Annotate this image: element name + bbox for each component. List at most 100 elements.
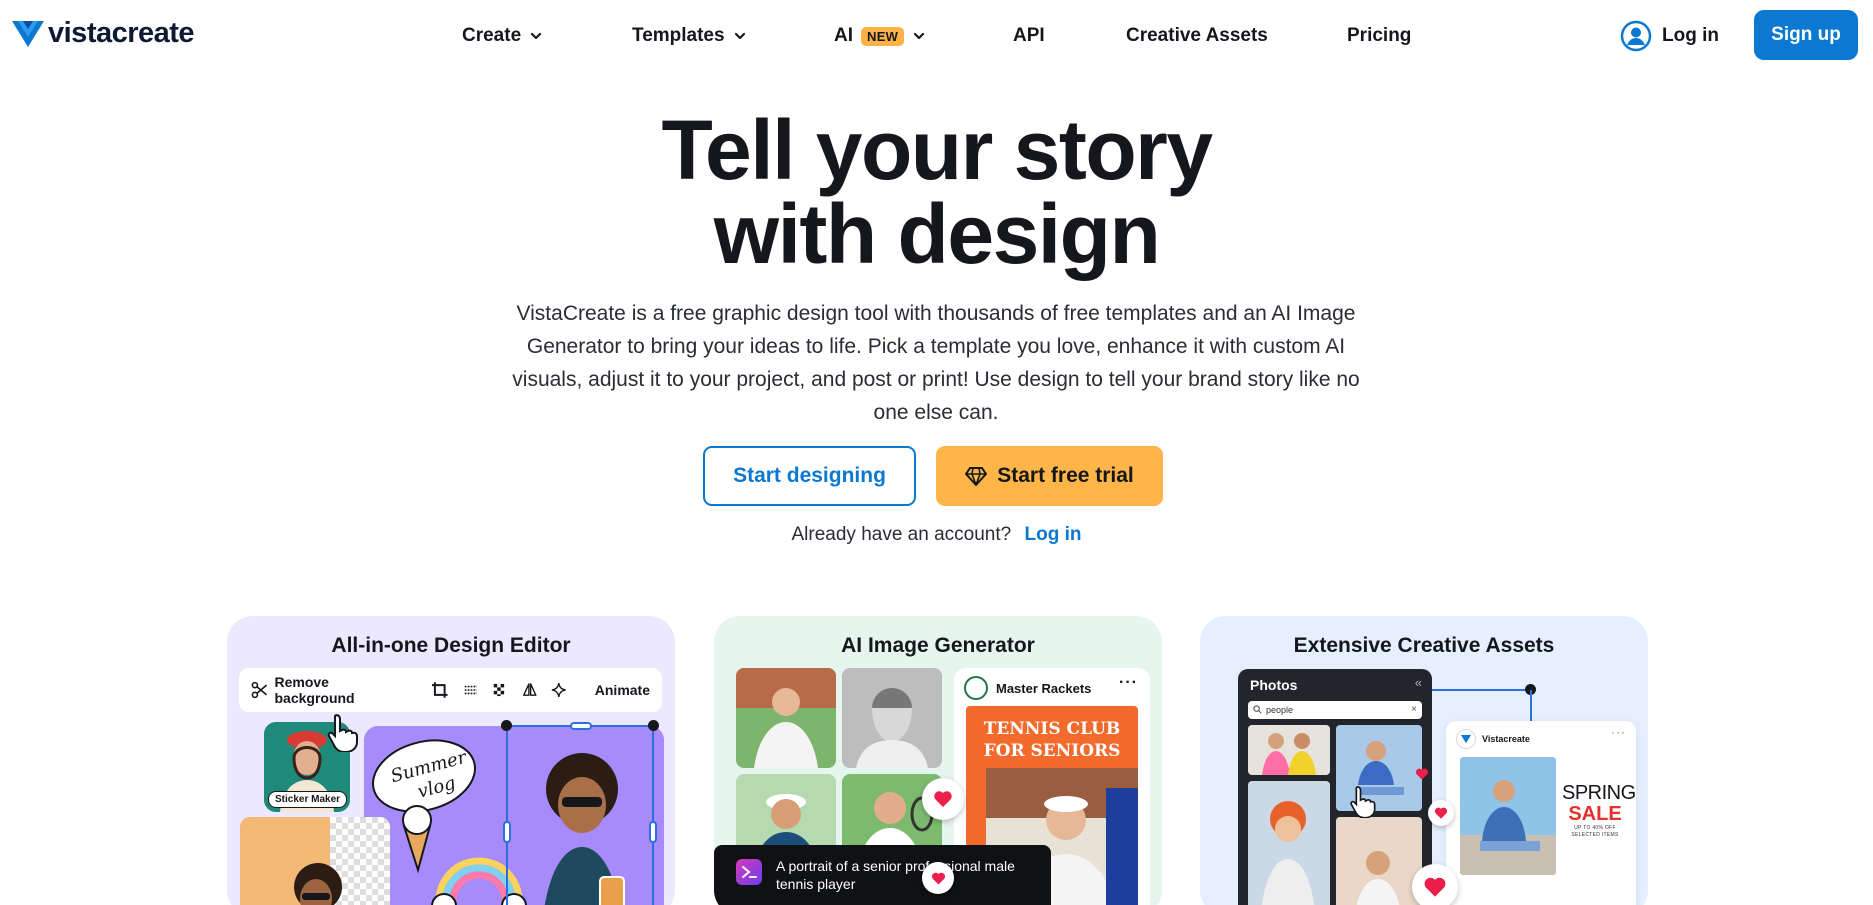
prompt-icon [736, 859, 762, 885]
transparency-icon[interactable] [492, 682, 508, 698]
photos-search-input[interactable]: people × [1248, 701, 1422, 719]
like-bubble [1428, 800, 1454, 826]
woman-portrait-photo [294, 863, 342, 905]
nav-pricing-label: Pricing [1347, 25, 1412, 46]
feature-card-design-editor[interactable]: All-in-one Design Editor Remove backgrou… [227, 616, 675, 905]
vistacreate-logo[interactable]: vistacreate [12, 17, 195, 50]
remove-background-label: Remove background [274, 674, 355, 706]
post-brand-name: Master Rackets [996, 680, 1092, 696]
more-options-icon[interactable]: ··· [1611, 725, 1626, 739]
logo-wordmark: vistacreate [48, 17, 195, 49]
nav-create[interactable]: Create [462, 22, 543, 50]
ig-brand-name: Vistacreate [1482, 734, 1530, 744]
like-bubble [922, 778, 964, 820]
hand-cursor-icon [327, 714, 358, 752]
nav-ai-label: AI [834, 25, 853, 46]
card-title: AI Image Generator [841, 634, 1035, 657]
hero-title-line2: with design [713, 187, 1161, 281]
asset-photo[interactable] [1248, 781, 1330, 905]
heart-icon [934, 791, 952, 807]
ai-prompt-bar[interactable]: A portrait of a senior professional male… [714, 845, 1051, 905]
chevron-down-icon [914, 32, 925, 40]
start-designing-button[interactable]: Start designing [703, 446, 916, 506]
poster-title: TENNIS CLUB FOR SENIORS [983, 719, 1121, 761]
hero-description: VistaCreate is a free graphic design too… [512, 302, 1360, 424]
new-badge: NEW [861, 26, 905, 46]
side-handle[interactable] [649, 821, 657, 843]
hand-cursor-icon [1350, 786, 1376, 818]
selection-box[interactable] [501, 720, 659, 905]
heart-icon [1424, 877, 1446, 897]
spring-sale-photo [1460, 757, 1556, 875]
nav-api-label: API [1013, 25, 1045, 46]
start-free-trial-label: Start free trial [997, 464, 1134, 487]
collapse-icon[interactable]: « [1415, 675, 1422, 690]
master-rackets-logo [964, 676, 988, 700]
feature-card-ai-image-generator[interactable]: AI Image Generator Master Rackets ··· TE… [714, 616, 1162, 905]
nav-creative-assets-label: Creative Assets [1126, 25, 1268, 46]
user-circle-icon [1620, 20, 1652, 52]
account-prompt-text: Already have an account? [791, 524, 1012, 545]
remove-background-tool[interactable]: Remove background [251, 674, 409, 706]
instagram-post-preview: Vistacreate ··· SPRING SALE UP TO 40% OF… [1446, 721, 1636, 905]
hero-login-link[interactable]: Log in [1025, 524, 1082, 545]
promo-line-4: SELECTED ITEMS [1571, 832, 1619, 838]
photos-panel-title: Photos [1250, 677, 1298, 693]
like-bubble [1412, 864, 1458, 905]
card-title: All-in-one Design Editor [331, 634, 571, 657]
scissors-icon [251, 681, 268, 699]
hero-title: Tell your story with design [0, 108, 1873, 276]
woman-sunglasses-photo [544, 753, 625, 905]
nav-create-label: Create [462, 25, 522, 46]
nav-templates[interactable]: Templates [632, 22, 747, 50]
heart-icon [1415, 768, 1429, 780]
crop-icon[interactable] [431, 681, 449, 699]
signup-button[interactable]: Sign up [1754, 10, 1858, 60]
nav-creative-assets[interactable]: Creative Assets [1126, 22, 1268, 50]
adjust-icon[interactable] [463, 682, 479, 698]
heart-icon [1434, 807, 1448, 819]
chevron-down-icon [531, 32, 542, 40]
post-header: Master Rackets [964, 676, 1091, 700]
like-bubble [922, 862, 954, 894]
promo-line-1: SPRING [1562, 782, 1636, 804]
header-login-link[interactable]: Log in [1620, 17, 1719, 55]
card-title: Extensive Creative Assets [1293, 634, 1555, 657]
sparkle-icon[interactable] [551, 682, 567, 698]
editor-toolbar: Remove background Animate [239, 668, 662, 712]
resize-handle[interactable] [648, 720, 659, 731]
logo-mark-icon [12, 20, 44, 47]
diamond-icon [965, 467, 988, 486]
search-icon [1253, 705, 1262, 714]
feature-card-creative-assets[interactable]: Extensive Creative Assets Photos « peopl… [1200, 616, 1648, 905]
asset-photo[interactable] [1248, 725, 1330, 775]
asset-photo[interactable] [1336, 817, 1422, 905]
nav-ai[interactable]: AI NEW [834, 22, 926, 50]
tennis-photo-1 [736, 668, 836, 768]
start-free-trial-button[interactable]: Start free trial [936, 446, 1163, 506]
chevron-down-icon [734, 32, 745, 40]
clear-search-icon[interactable]: × [1411, 701, 1417, 719]
sticker-maker-label: Sticker Maker [268, 791, 348, 808]
rotate-handle[interactable] [570, 722, 592, 730]
side-handle[interactable] [503, 821, 511, 843]
ai-prompt-text: A portrait of a senior professional male… [776, 858, 1015, 892]
background-removal-preview [240, 817, 390, 905]
floating-heart [1412, 764, 1432, 784]
hero-title-line1: Tell your story [661, 103, 1213, 197]
resize-handle[interactable] [501, 720, 512, 731]
more-options-icon[interactable]: ··· [1119, 674, 1138, 692]
spring-sale-text: SPRING SALE UP TO 40% OFF SELECTED ITEMS [1562, 782, 1636, 839]
photos-panel: Photos « people × [1238, 669, 1432, 905]
photos-search-value: people [1266, 705, 1294, 715]
site-header: vistacreate Create Templates AI NEW API … [0, 0, 1873, 72]
tennis-photo-2 [842, 668, 942, 768]
login-label: Log in [1662, 25, 1719, 46]
heart-icon [931, 872, 945, 884]
flip-icon[interactable] [522, 682, 538, 698]
promo-line-2: SALE [1568, 803, 1622, 825]
nav-pricing[interactable]: Pricing [1347, 22, 1411, 50]
animate-tool[interactable]: Animate [595, 682, 650, 698]
nav-api[interactable]: API [1013, 22, 1045, 50]
promo-line-3: UP TO 40% OFF [1574, 825, 1616, 831]
